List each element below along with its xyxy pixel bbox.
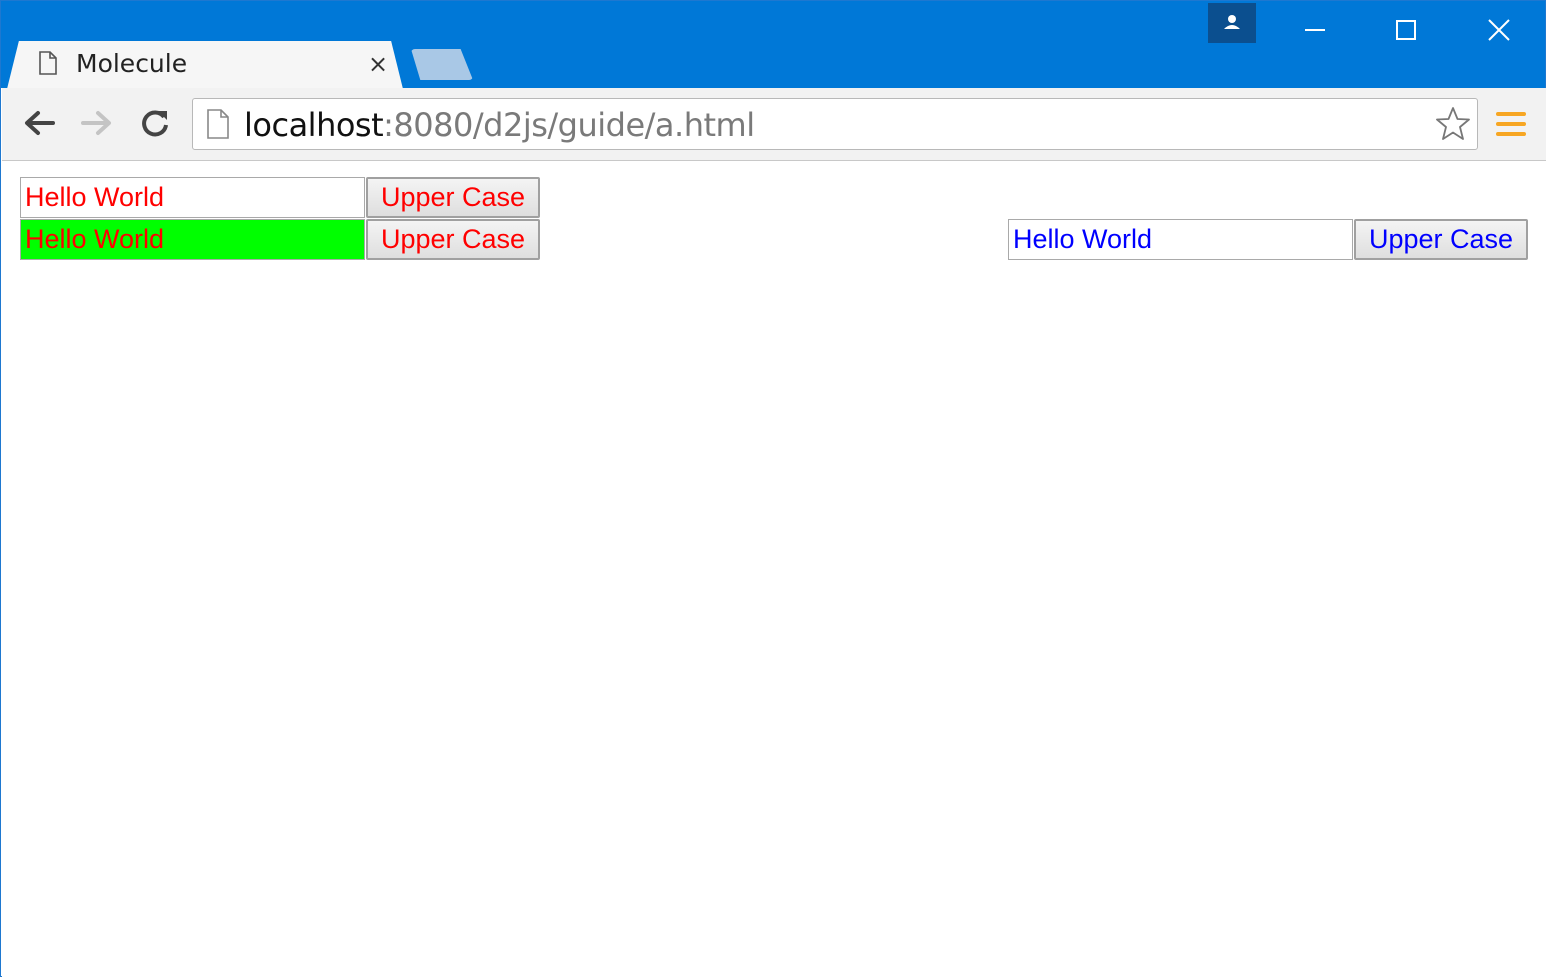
browser-window: Molecule × localhost:8080/d2js/guide/a.h…: [0, 0, 1546, 977]
minimize-icon[interactable]: [1292, 11, 1338, 49]
hamburger-menu-icon[interactable]: [1494, 109, 1528, 139]
back-arrow-icon[interactable]: [21, 105, 57, 141]
close-icon[interactable]: ×: [367, 52, 389, 76]
page-icon: [39, 51, 57, 75]
forward-arrow-icon[interactable]: [79, 105, 115, 141]
profile-icon[interactable]: [1208, 3, 1256, 43]
upper-case-button-1[interactable]: Upper Case: [366, 177, 540, 218]
url-path: :8080/d2js/guide/a.html: [383, 106, 755, 144]
maximize-icon[interactable]: [1383, 11, 1429, 49]
tab-molecule[interactable]: [7, 41, 403, 89]
star-icon[interactable]: [1434, 105, 1472, 143]
text-input-3[interactable]: [1008, 219, 1353, 260]
close-icon[interactable]: [1476, 11, 1522, 49]
page-icon: [207, 109, 229, 139]
address-url[interactable]: localhost:8080/d2js/guide/a.html: [244, 105, 755, 145]
upper-case-button-2[interactable]: Upper Case: [366, 219, 540, 260]
reload-icon[interactable]: [137, 105, 173, 141]
text-input-1[interactable]: [20, 177, 365, 218]
tab-title: Molecule: [76, 49, 188, 78]
text-input-2[interactable]: [20, 219, 365, 260]
upper-case-button-3[interactable]: Upper Case: [1354, 219, 1528, 260]
page-content: [2, 161, 1546, 977]
url-host: localhost: [244, 106, 384, 144]
